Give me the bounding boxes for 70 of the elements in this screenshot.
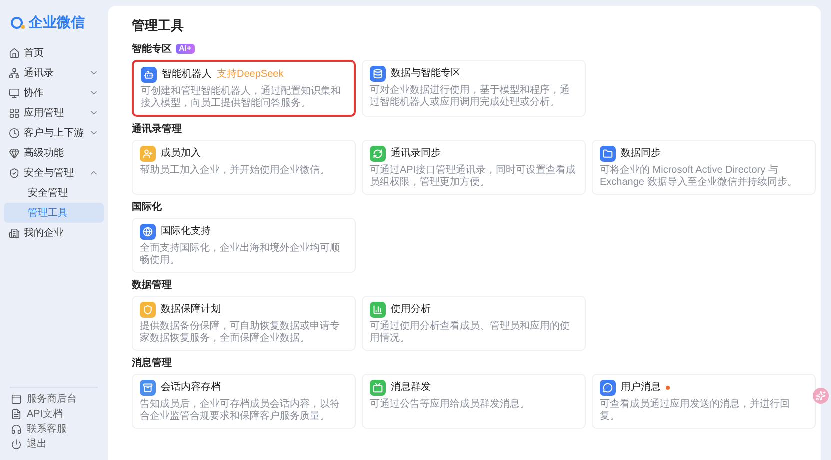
footer-link[interactable]: 退出	[4, 437, 104, 452]
section-title: 国际化	[132, 200, 162, 214]
card-title: 通讯录同步	[391, 146, 441, 161]
tool-card[interactable]: 数据保障计划 提供数据备份保障，可自助恢复数据或申请专家数据恢复服务，全面保障企业数据。	[132, 296, 356, 350]
card-description: 可将企业的 Microsoft Active Directory 与 Exchange 数据导入至企业微信并持续同步。	[600, 164, 798, 188]
sidebar-item[interactable]: 高级功能	[4, 143, 104, 163]
tool-card[interactable]: 通讯录同步 可通过API接口管理通讯录，同时可设置查看成员组权限，管理更加方便。	[362, 140, 586, 194]
card-title: 国际化支持	[161, 224, 211, 239]
tool-card[interactable]: 使用分析 可通过使用分析查看成员、管理员和应用的使用情况。	[362, 296, 586, 350]
card-description: 可创建和管理智能机器人，通过配置知识集和接入模型，向员工提供智能问答服务。	[141, 86, 342, 110]
card-title: 智能机器人	[162, 68, 212, 82]
card-title: 成员加入	[161, 146, 201, 161]
clock-icon	[9, 128, 20, 138]
card-title: 数据与智能专区	[391, 66, 461, 81]
card-title: 数据保障计划	[161, 302, 221, 317]
tool-card[interactable]: 国际化支持 全面支持国际化，企业出海和境外企业均可顺畅使用。	[132, 218, 356, 272]
section-title: 数据管理	[132, 278, 172, 292]
sidebar-item[interactable]: 安全与管理	[4, 163, 104, 183]
sidebar-item[interactable]: 通讯录	[4, 63, 104, 83]
feature-tag: 支持DeepSeek	[217, 67, 284, 82]
floating-assistant-button[interactable]	[813, 388, 829, 404]
card-title: 消息群发	[391, 380, 431, 395]
sidebar-item[interactable]: 我的企业	[4, 223, 104, 243]
card-title: 数据同步	[621, 146, 661, 161]
section-title: 智能专区	[132, 42, 172, 56]
sparkle-icon	[816, 391, 826, 401]
card-description: 帮助员工加入企业，并开始使用企业微信。	[140, 164, 331, 176]
tool-card[interactable]: 数据与智能专区 可对企业数据进行使用，基于模型和程序，通过智能机器人或应用调用完成处理或分析。	[362, 60, 586, 116]
tool-card[interactable]: 数据同步 可将企业的 Microsoft Active Directory 与 Exchange 数据导入至企业微信并持续同步。	[592, 140, 816, 194]
tool-card[interactable]: 成员加入 帮助员工加入企业，并开始使用企业微信。	[132, 140, 356, 194]
tool-card[interactable]: 消息群发 可通过公告等应用给成员群发消息。	[362, 374, 586, 428]
logo-text: 企业微信	[29, 13, 85, 32]
shield-icon	[9, 168, 20, 178]
section-title: 消息管理	[132, 356, 172, 370]
card-description: 可通过公告等应用给成员群发消息。	[370, 398, 531, 410]
sidebar-subitem[interactable]: 安全管理	[4, 183, 104, 203]
card-description: 全面支持国际化，企业出海和境外企业均可顺畅使用。	[140, 242, 341, 266]
card-description: 可查看成员通过应用发送的消息，并进行回复。	[600, 398, 791, 422]
gem-icon	[9, 148, 20, 158]
section-title: 通讯录管理	[132, 122, 182, 136]
sidebar-item[interactable]: 客户与上下游	[4, 123, 104, 143]
org-chart-icon	[9, 68, 20, 78]
logo-icon	[10, 16, 26, 30]
sidebar-item[interactable]: 首页	[4, 43, 104, 63]
grid-icon	[9, 108, 20, 118]
monitor-icon	[9, 88, 20, 98]
tool-card[interactable]: 会话内容存档 告知成员后，企业可存档成员会话内容，以符合企业监管合规要求和保障客户服务质量。	[132, 374, 356, 428]
card-description: 提供数据备份保障，可自助恢复数据或申请专家数据恢复服务，全面保障企业数据。	[140, 320, 341, 344]
tool-card[interactable]: 智能机器人 支持DeepSeek 可创建和管理智能机器人，通过配置知识集和接入模型，向员工提供智能问答服务。	[132, 60, 356, 116]
home-icon	[9, 48, 20, 58]
page-title: 管理工具	[132, 17, 185, 35]
card-title: 会话内容存档	[161, 380, 221, 395]
building-icon	[9, 228, 20, 238]
sidebar-item[interactable]: 协作	[4, 83, 104, 103]
panel-icon	[11, 394, 22, 405]
footer-link[interactable]: 服务商后台	[4, 392, 104, 407]
document-icon	[11, 409, 22, 420]
card-title: 用户消息	[621, 380, 661, 395]
footer-link[interactable]: 联系客服	[4, 422, 104, 437]
footer-link[interactable]: API文档	[4, 407, 104, 422]
sidebar-item[interactable]: 应用管理	[4, 103, 104, 123]
tool-card[interactable]: 用户消息 可查看成员通过应用发送的消息，并进行回复。	[592, 374, 816, 428]
power-icon	[11, 439, 22, 450]
ai-badge: AI+	[176, 44, 195, 54]
card-description: 可对企业数据进行使用，基于模型和程序，通过智能机器人或应用调用完成处理或分析。	[370, 84, 571, 108]
headset-icon	[11, 424, 22, 435]
card-description: 可通过使用分析查看成员、管理员和应用的使用情况。	[370, 320, 571, 344]
card-description: 可通过API接口管理通讯录，同时可设置查看成员组权限，管理更加方便。	[370, 164, 578, 188]
card-title: 使用分析	[391, 302, 431, 317]
card-description: 告知成员后，企业可存档成员会话内容，以符合企业监管合规要求和保障客户服务质量。	[140, 398, 341, 422]
